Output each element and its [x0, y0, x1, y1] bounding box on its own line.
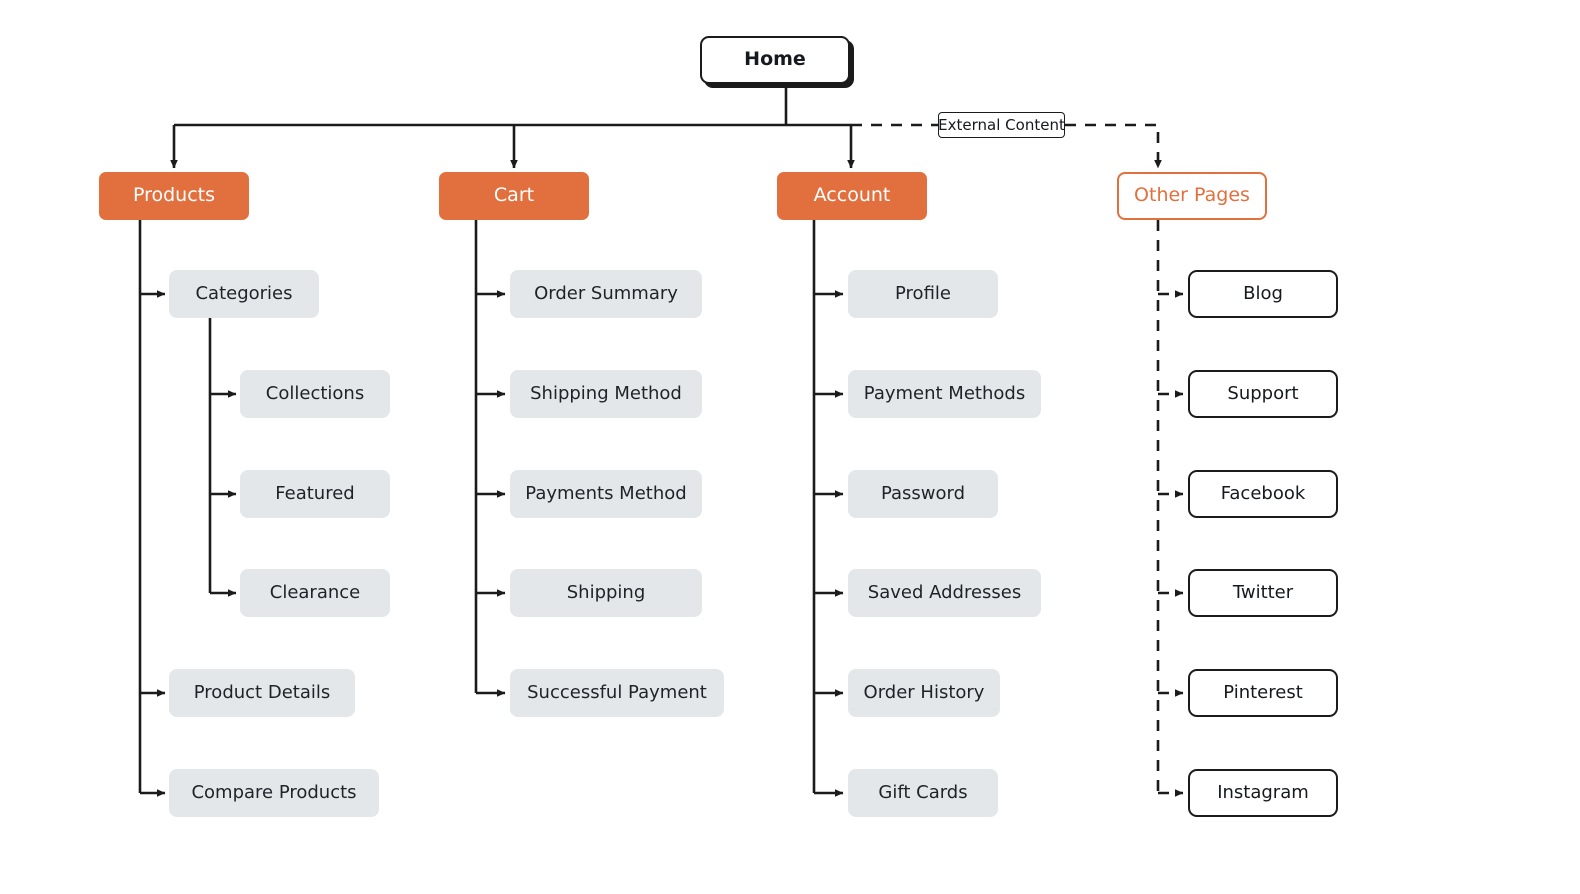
- node-successful-payment[interactable]: Successful Payment: [510, 669, 724, 717]
- node-home[interactable]: Home: [700, 36, 850, 84]
- edge-external-label-to-other-pages: [1065, 123, 1162, 169]
- node-facebook[interactable]: Facebook: [1188, 470, 1338, 518]
- node-pinterest-label: Pinterest: [1223, 681, 1303, 703]
- node-clearance[interactable]: Clearance: [240, 569, 390, 617]
- node-pinterest[interactable]: Pinterest: [1188, 669, 1338, 717]
- node-instagram-label: Instagram: [1217, 781, 1309, 803]
- node-products-label: Products: [132, 184, 216, 207]
- node-featured[interactable]: Featured: [240, 470, 390, 518]
- node-gift-cards-label: Gift Cards: [878, 781, 968, 803]
- connector-layer: [138, 85, 1184, 797]
- node-collections-label: Collections: [265, 382, 365, 404]
- node-order-summary[interactable]: Order Summary: [510, 270, 702, 318]
- edge-label-external-content-text: External Content: [938, 115, 1065, 134]
- edge-label-external-content: External Content: [938, 112, 1065, 138]
- node-products[interactable]: Products: [99, 172, 249, 220]
- node-payments-method-label: Payments Method: [525, 482, 687, 504]
- node-product-details-label: Product Details: [193, 681, 331, 703]
- node-shipping-method[interactable]: Shipping Method: [510, 370, 702, 418]
- node-categories[interactable]: Categories: [169, 270, 319, 318]
- node-account-label: Account: [813, 184, 891, 207]
- node-password[interactable]: Password: [848, 470, 998, 518]
- node-saved-addresses-label: Saved Addresses: [867, 581, 1022, 603]
- node-profile-label: Profile: [895, 282, 951, 304]
- node-cart-label: Cart: [493, 184, 535, 207]
- node-clearance-label: Clearance: [269, 581, 361, 603]
- node-instagram[interactable]: Instagram: [1188, 769, 1338, 817]
- node-password-label: Password: [880, 482, 966, 504]
- node-order-summary-label: Order Summary: [534, 282, 678, 304]
- node-payments-method[interactable]: Payments Method: [510, 470, 702, 518]
- node-order-history-label: Order History: [863, 681, 985, 703]
- node-saved-addresses[interactable]: Saved Addresses: [848, 569, 1041, 617]
- node-profile[interactable]: Profile: [848, 270, 998, 318]
- node-collections[interactable]: Collections: [240, 370, 390, 418]
- node-twitter[interactable]: Twitter: [1188, 569, 1338, 617]
- node-support-label: Support: [1227, 382, 1299, 404]
- node-other-pages-label: Other Pages: [1134, 184, 1250, 207]
- node-successful-payment-label: Successful Payment: [527, 681, 707, 703]
- node-twitter-label: Twitter: [1232, 581, 1294, 603]
- node-facebook-label: Facebook: [1220, 482, 1306, 504]
- node-home-label: Home: [744, 48, 806, 71]
- node-account[interactable]: Account: [777, 172, 927, 220]
- sitemap-diagram: Home External Content Products Categorie…: [0, 0, 1580, 894]
- node-cart[interactable]: Cart: [439, 172, 589, 220]
- node-payment-methods[interactable]: Payment Methods: [848, 370, 1041, 418]
- node-compare-products-label: Compare Products: [191, 781, 357, 803]
- node-order-history[interactable]: Order History: [848, 669, 1000, 717]
- node-blog[interactable]: Blog: [1188, 270, 1338, 318]
- node-featured-label: Featured: [275, 482, 355, 504]
- node-support[interactable]: Support: [1188, 370, 1338, 418]
- node-product-details[interactable]: Product Details: [169, 669, 355, 717]
- node-compare-products[interactable]: Compare Products: [169, 769, 379, 817]
- node-shipping[interactable]: Shipping: [510, 569, 702, 617]
- node-shipping-label: Shipping: [566, 581, 646, 603]
- node-gift-cards[interactable]: Gift Cards: [848, 769, 998, 817]
- node-categories-label: Categories: [195, 282, 293, 304]
- node-other-pages[interactable]: Other Pages: [1117, 172, 1267, 220]
- node-shipping-method-label: Shipping Method: [530, 382, 682, 404]
- node-blog-label: Blog: [1243, 282, 1283, 304]
- node-payment-methods-label: Payment Methods: [863, 382, 1026, 404]
